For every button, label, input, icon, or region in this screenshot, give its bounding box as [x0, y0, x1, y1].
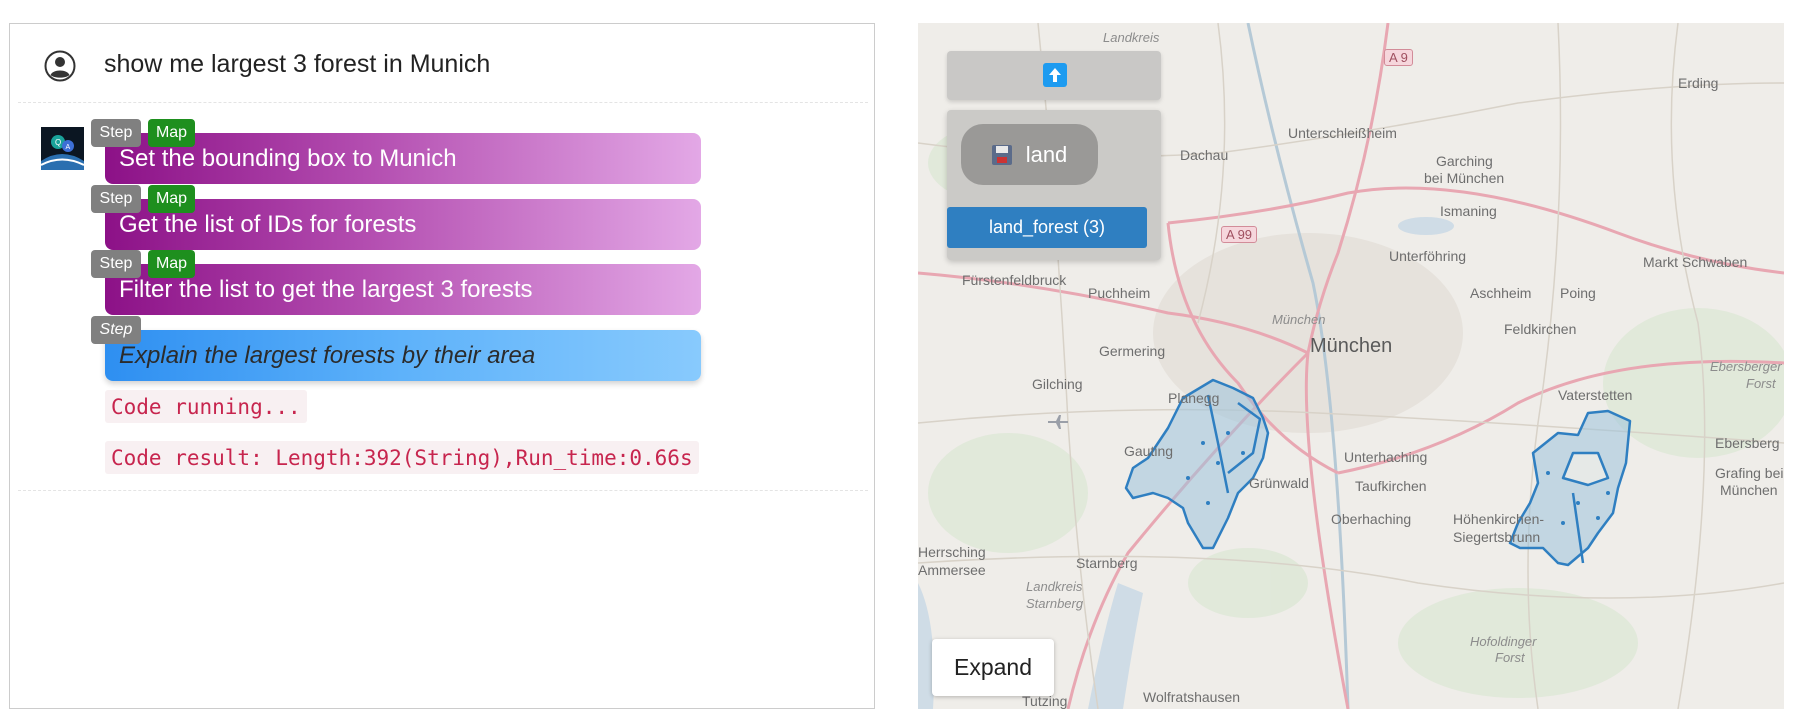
land-layer-group-button[interactable]: land — [961, 124, 1098, 185]
road-shield: A 9 — [1384, 49, 1413, 66]
map-place: Herrsching — [918, 544, 986, 560]
code-result: Code result: Length:392(String),Run_time… — [105, 441, 699, 474]
map-place: Ammersee — [918, 562, 986, 578]
map-place: Taufkirchen — [1355, 478, 1427, 494]
map-place: Landkreis — [1103, 30, 1160, 45]
land-layer-group-label: land — [1025, 141, 1068, 167]
map-place: Wolfratshausen — [1143, 689, 1241, 705]
chat-panel: show me largest 3 forest in Munich Q A S… — [9, 23, 875, 709]
map-place: Landkreis — [1026, 579, 1083, 594]
map-place: Dachau — [1180, 147, 1229, 163]
map-place: Fürstenfeldbruck — [962, 272, 1067, 288]
map-place: Feldkirchen — [1504, 321, 1577, 337]
step-3-step-tag: Step — [91, 250, 141, 278]
map-place: Aschheim — [1470, 285, 1532, 301]
user-message: show me largest 3 forest in Munich — [18, 24, 868, 103]
upload-layer-bar[interactable] — [947, 51, 1161, 100]
user-query-text: show me largest 3 forest in Munich — [104, 50, 491, 78]
road-shield: A 99 — [1221, 226, 1258, 243]
assistant-message: Q A Set the bounding box to Munich Step … — [18, 104, 868, 491]
svg-text:Q: Q — [55, 138, 61, 147]
code-status: Code running... — [105, 390, 307, 423]
map-city-label: München — [1310, 335, 1393, 357]
step-4-step-tag: Step — [91, 316, 141, 344]
map-panel[interactable]: Landkreis Dachau Unterschleißheim Garchi… — [918, 23, 1784, 709]
step-2-step-tag: Step — [91, 185, 141, 213]
map-place: Garching — [1436, 153, 1493, 169]
map-place: Gauting — [1124, 443, 1174, 459]
map-place: Germering — [1099, 343, 1166, 359]
step-3-text: Filter the list to get the largest 3 for… — [119, 275, 533, 303]
map-place: Starnberg — [1026, 596, 1084, 611]
map-place: Unterhaching — [1344, 449, 1428, 465]
map-place: München — [1720, 482, 1778, 498]
layer-panel: land land_forest (3) — [947, 110, 1161, 260]
map-place: Ebersberger — [1710, 359, 1782, 374]
step-2-text: Get the list of IDs for forests — [119, 210, 417, 238]
map-place: Gilching — [1032, 376, 1083, 392]
map-place: Erding — [1678, 75, 1719, 91]
map-place: Markt Schwaben — [1643, 254, 1748, 270]
floppy-disk-icon — [991, 144, 1012, 165]
map-place: Grünwald — [1249, 475, 1309, 491]
map-place: Höhenkirchen- — [1453, 511, 1545, 527]
map-city-small: München — [1272, 312, 1326, 327]
step-2-map-tag[interactable]: Map — [148, 185, 195, 213]
step-1-step-tag: Step — [91, 119, 141, 147]
upload-arrow-icon[interactable] — [1043, 63, 1067, 87]
step-4: Explain the largest forests by their are… — [105, 330, 701, 381]
map-place: Unterföhring — [1389, 248, 1467, 264]
map-place: Planegg — [1168, 390, 1220, 406]
map-place: Poing — [1560, 285, 1596, 301]
map-place: Grafing bei — [1715, 465, 1784, 481]
map-place: Siegertsbrunn — [1453, 529, 1541, 545]
map-place: Oberhaching — [1331, 511, 1412, 527]
map-place: bei München — [1424, 170, 1505, 186]
user-avatar-icon — [44, 50, 76, 82]
svg-text:A: A — [66, 144, 71, 151]
map-place: Forst — [1495, 650, 1525, 665]
step-4-text: Explain the largest forests by their are… — [119, 341, 536, 369]
map-place: Vaterstetten — [1558, 387, 1633, 403]
map-place: Starnberg — [1076, 555, 1138, 571]
map-place: Unterschleißheim — [1288, 125, 1397, 141]
step-1-map-tag[interactable]: Map — [148, 119, 195, 147]
map-place: Ismaning — [1440, 203, 1497, 219]
assistant-avatar-icon: Q A — [41, 127, 84, 170]
map-place: Ebersberg — [1715, 435, 1780, 451]
map-place: Forst — [1746, 376, 1776, 391]
step-3-map-tag[interactable]: Map — [148, 250, 195, 278]
step-1-text: Set the bounding box to Munich — [119, 144, 457, 172]
land-forest-layer-button[interactable]: land_forest (3) — [947, 207, 1147, 248]
map-place: Puchheim — [1088, 285, 1151, 301]
map-place: Hofoldinger — [1470, 634, 1537, 649]
expand-button[interactable]: Expand — [932, 639, 1054, 696]
